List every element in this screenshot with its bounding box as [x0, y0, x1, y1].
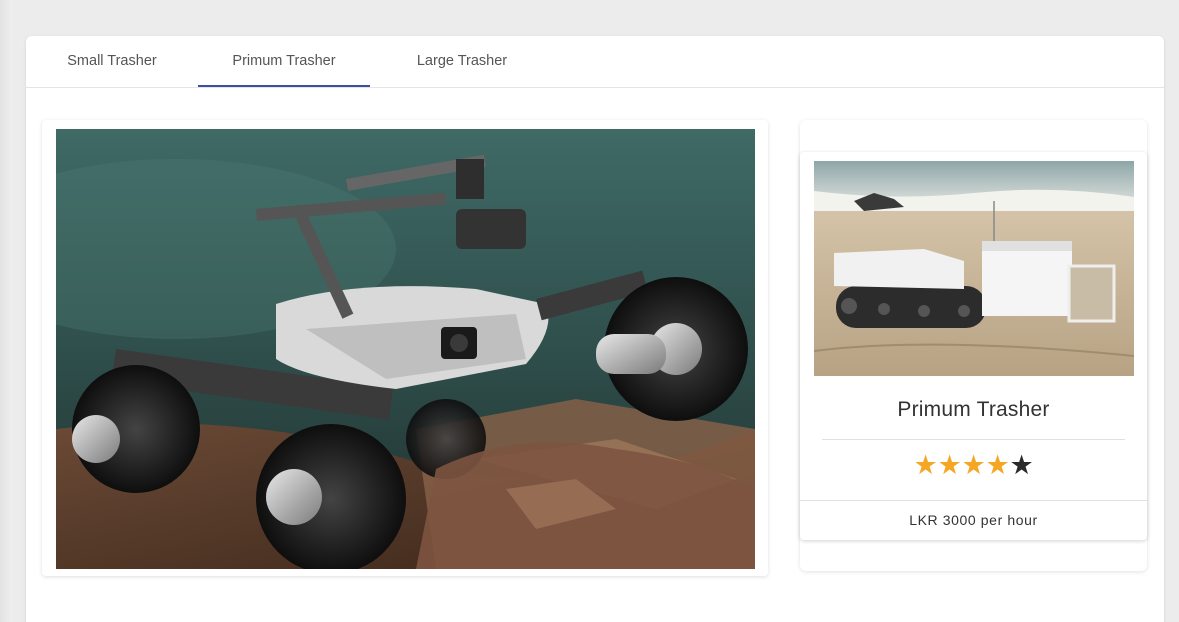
- product-photo: [814, 161, 1134, 376]
- star-filled-icon: ★: [937, 450, 962, 480]
- tab-small-trasher[interactable]: Small Trasher: [46, 36, 178, 88]
- product-panel: Primum Trasher ★★★★★ LKR 3000 per hour: [800, 120, 1147, 571]
- product-card[interactable]: Primum Trasher ★★★★★ LKR 3000 per hour: [800, 152, 1147, 540]
- title-divider: [822, 439, 1125, 440]
- star-empty-icon: ★: [1009, 450, 1034, 480]
- active-tab-indicator: [198, 85, 370, 87]
- tab-primum-trasher[interactable]: Primum Trasher: [198, 36, 370, 88]
- tab-bar: Small Trasher Primum Trasher Large Trash…: [26, 36, 1164, 88]
- price-label: LKR 3000 per hour: [909, 512, 1038, 528]
- star-filled-icon: ★: [913, 450, 938, 480]
- price-divider: [800, 500, 1147, 501]
- page-edge: [0, 0, 12, 622]
- rating-stars: ★★★★★: [800, 448, 1147, 482]
- robot-rover-photo: [56, 129, 755, 569]
- star-filled-icon: ★: [985, 450, 1010, 480]
- product-title: Primum Trasher: [897, 398, 1050, 421]
- main-photo-card: [42, 120, 768, 576]
- tab-large-trasher[interactable]: Large Trasher: [390, 36, 534, 88]
- main-card: Small Trasher Primum Trasher Large Trash…: [26, 36, 1164, 622]
- star-filled-icon: ★: [961, 450, 986, 480]
